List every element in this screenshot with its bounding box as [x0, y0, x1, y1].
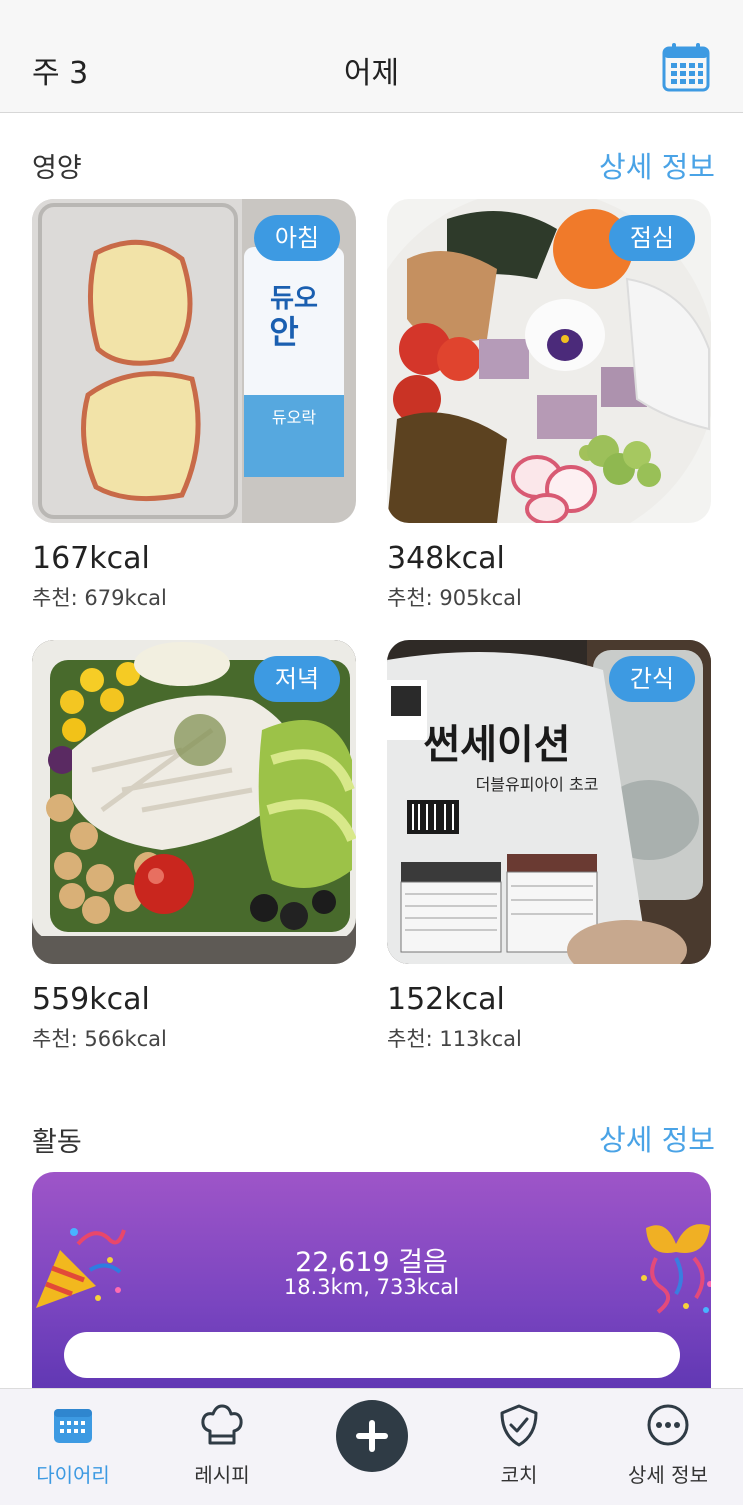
- step-count: 22,619 걸음: [295, 1247, 448, 1278]
- meal-card-snack[interactable]: 썬세이션 더블유피아이 초코 간식 152kcal 추천: 113kcal: [387, 640, 711, 1053]
- snack-photo[interactable]: 썬세이션 더블유피아이 초코 간식: [387, 640, 711, 964]
- nutrition-details-link[interactable]: 상세 정보: [599, 144, 715, 186]
- more-icon: [647, 1404, 689, 1446]
- tab-more[interactable]: 상세 정보: [608, 1389, 728, 1505]
- tab-label: 상세 정보: [628, 1463, 708, 1487]
- nutrition-title: 영양: [32, 153, 82, 184]
- diary-calendar-icon: [54, 1409, 92, 1443]
- dinner-photo[interactable]: 저녁: [32, 640, 356, 964]
- lunch-photo[interactable]: 점심: [387, 199, 711, 523]
- plus-icon: [356, 1420, 388, 1452]
- meal-kcal: 559kcal: [32, 982, 150, 1017]
- meal-kcal: 152kcal: [387, 982, 505, 1017]
- activity-progress-bar: [64, 1332, 680, 1378]
- activity-summary: 18.3km, 733kcal: [283, 1275, 460, 1299]
- meal-card-lunch[interactable]: 점심 348kcal 추천: 905kcal: [387, 199, 711, 612]
- chef-hat-icon: [201, 1404, 243, 1445]
- meal-recommended: 추천: 113kcal: [387, 1027, 522, 1051]
- activity-title: 활동: [32, 1127, 82, 1158]
- add-button[interactable]: [336, 1400, 408, 1472]
- tab-coach[interactable]: 코치: [459, 1389, 579, 1505]
- svg-text:안: 안: [269, 313, 298, 351]
- meal-kcal: 348kcal: [387, 541, 505, 576]
- svg-text:더블유피아이 초코: 더블유피아이 초코: [476, 775, 599, 794]
- calendar-icon[interactable]: [662, 42, 710, 92]
- svg-text:썬세이션: 썬세이션: [423, 722, 570, 768]
- meal-badge: 간식: [609, 656, 695, 702]
- meal-badge: 저녁: [254, 656, 340, 702]
- meal-card-dinner[interactable]: 저녁 559kcal 추천: 566kcal: [32, 640, 356, 1053]
- meal-badge: 아침: [254, 215, 340, 261]
- top-bar: 주 3 어제: [0, 0, 743, 113]
- breakfast-photo[interactable]: 듀오 안 듀오락 아침: [32, 199, 356, 523]
- meal-recommended: 추천: 905kcal: [387, 586, 522, 610]
- meal-recommended: 추천: 679kcal: [32, 586, 167, 610]
- meal-card-breakfast[interactable]: 듀오 안 듀오락 아침 167kcal 추천: 679kcal: [32, 199, 356, 612]
- svg-text:듀오락: 듀오락: [272, 408, 316, 427]
- shield-check-icon: [500, 1404, 538, 1447]
- tab-recipe[interactable]: 레시피: [162, 1389, 282, 1505]
- tab-label: 코치: [500, 1463, 538, 1487]
- tab-label: 다이어리: [36, 1463, 110, 1487]
- tab-label: 레시피: [194, 1463, 250, 1487]
- meal-kcal: 167kcal: [32, 541, 150, 576]
- activity-details-link[interactable]: 상세 정보: [599, 1117, 715, 1159]
- page-title: 어제: [343, 56, 400, 91]
- meal-badge: 점심: [609, 215, 695, 261]
- tab-diary[interactable]: 다이어리: [13, 1389, 133, 1505]
- svg-text:듀오: 듀오: [270, 284, 318, 314]
- activity-card[interactable]: 22,619 걸음 18.3km, 733kcal: [32, 1172, 711, 1412]
- meal-recommended: 추천: 566kcal: [32, 1027, 167, 1051]
